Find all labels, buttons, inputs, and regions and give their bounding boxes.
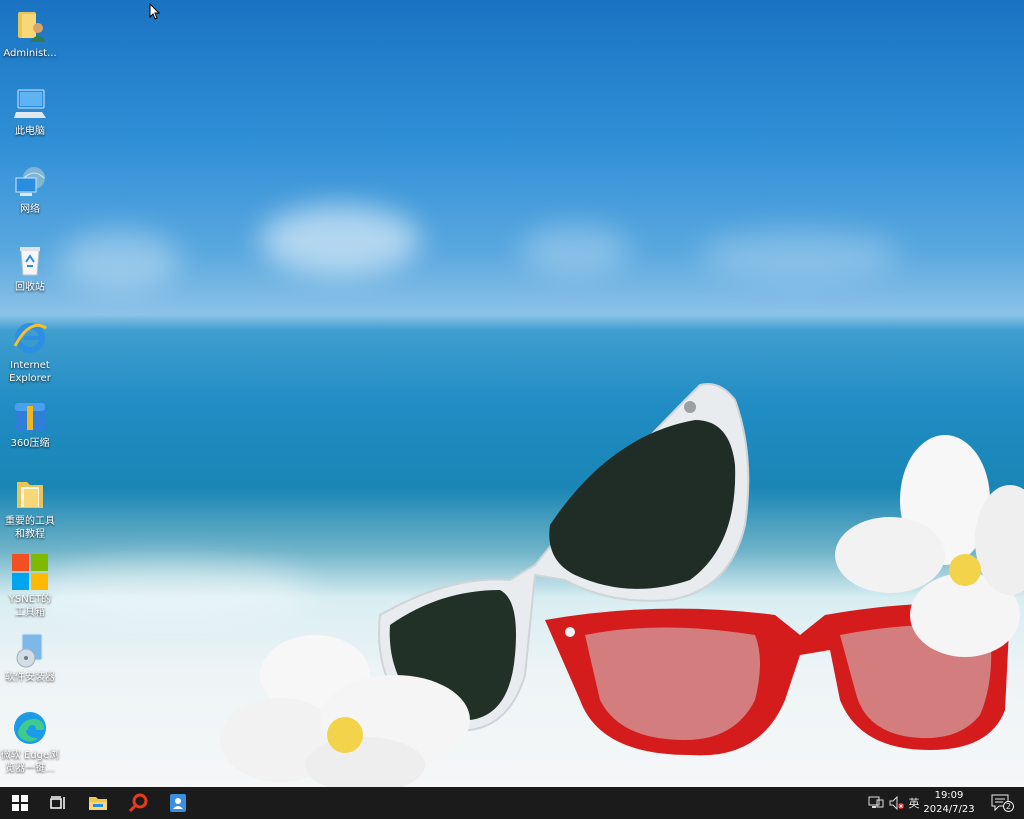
desktop-icon-installer[interactable]: 软件安装器: [0, 632, 60, 684]
contacts-app-button[interactable]: [158, 787, 198, 819]
desktop-wallpaper: [0, 0, 1024, 787]
desktop-icon-tools-folder[interactable]: 重要的工具 和教程: [0, 476, 60, 541]
desktop-icon-label: 此电脑: [15, 126, 45, 137]
network-status[interactable]: [866, 787, 886, 819]
folder-icon: [12, 476, 48, 512]
frangipani-flower-right-image: [835, 435, 1024, 657]
internet-explorer-icon: [12, 320, 48, 356]
start-button[interactable]: [0, 787, 40, 819]
this-pc-icon: [12, 86, 48, 122]
user-folder-icon: [12, 8, 48, 44]
edge-icon: [12, 710, 48, 746]
desktop-icon-label: 360压缩: [10, 438, 50, 449]
notification-count-badge: 2: [1002, 801, 1014, 812]
task-view-icon: [50, 796, 65, 809]
360-zip-icon: [12, 398, 48, 434]
desktop-icon-edge-installer[interactable]: 微软 Edge浏 览器一键...: [0, 710, 60, 775]
task-view-button[interactable]: [38, 787, 78, 819]
frangipani-flower-left-image: [220, 635, 470, 787]
network-icon: [12, 164, 48, 200]
clock-time: 19:09: [934, 790, 964, 801]
desktop-icon-label: Internet Explorer: [9, 360, 51, 384]
desktop-icon-ysnet-toolbox[interactable]: YSNET的 工具箱: [0, 554, 60, 619]
clock-date: 2024/7/23: [923, 804, 975, 815]
desktop-icon-administrator[interactable]: Administ...: [0, 8, 60, 60]
system-clock[interactable]: 19:09 2024/7/23: [918, 789, 980, 817]
search-tool-icon: [128, 793, 148, 813]
desktop-icon-label: 软件安装器: [5, 672, 55, 683]
windows-start-icon: [12, 795, 28, 811]
installer-icon: [12, 632, 48, 668]
desktop-icon-this-pc[interactable]: 此电脑: [0, 86, 60, 138]
recycle-bin-icon: [12, 242, 48, 278]
desktop-icon-internet-explorer[interactable]: Internet Explorer: [0, 320, 60, 385]
desktop-icon-recycle-bin[interactable]: 回收站: [0, 242, 60, 294]
file-explorer-button[interactable]: [78, 787, 118, 819]
volume-status[interactable]: [886, 787, 906, 819]
desktop-icon-label: 网络: [20, 204, 40, 215]
toolbox-icon: [12, 554, 48, 590]
file-explorer-icon: [89, 797, 107, 810]
contacts-app-icon: [170, 794, 186, 812]
desktop-icon-label: 回收站: [15, 282, 45, 293]
taskbar: 英 19:09 2024/7/23 2: [0, 787, 1024, 819]
search-tool-button[interactable]: [118, 787, 158, 819]
desktop-icon-360-zip[interactable]: 360压缩: [0, 398, 60, 450]
desktop-icon-label: YSNET的 工具箱: [8, 594, 52, 618]
desktop-icon-label: Administ...: [3, 48, 57, 59]
notification-center-button[interactable]: 2: [986, 787, 1016, 819]
volume-muted-icon: [889, 796, 904, 810]
mouse-cursor-icon: [149, 3, 161, 20]
network-disconnected-icon: [868, 796, 884, 808]
desktop-icon-label: 微软 Edge浏 览器一键...: [0, 750, 60, 774]
desktop-icon-network[interactable]: 网络: [0, 164, 60, 216]
desktop-icon-label: 重要的工具 和教程: [5, 516, 55, 540]
